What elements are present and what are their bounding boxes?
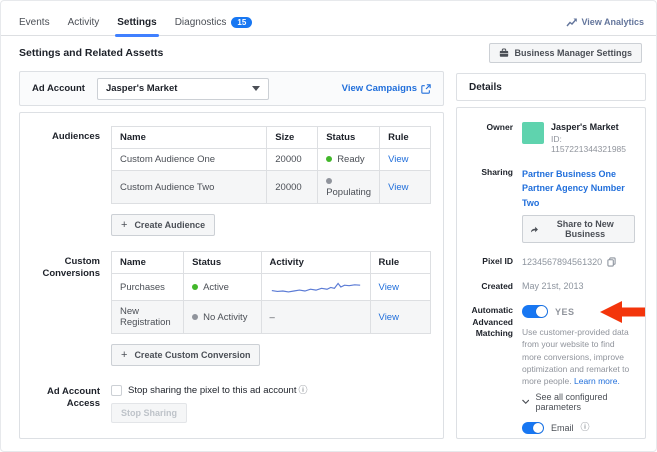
email-toggle[interactable] [522, 422, 544, 434]
copy-icon[interactable] [607, 257, 616, 267]
header-row: Settings and Related Assetts Business Ma… [19, 43, 642, 63]
audiences-table: Name Size Status Rule Custom Audience On… [111, 126, 431, 204]
ad-account-select[interactable]: Jasper's Market [97, 78, 269, 100]
top-nav: Events Activity Settings Diagnostics 15 … [1, 9, 656, 36]
share-to-new-business-button[interactable]: Share to New Business [522, 215, 635, 243]
table-row: Purchases Active View [112, 274, 431, 301]
learn-more-link[interactable]: Learn more. [574, 376, 620, 386]
status-dot [326, 178, 332, 184]
audience-name: Custom Audience Two [112, 171, 267, 204]
partner-agency-link[interactable]: Partner Agency Number Two [522, 181, 635, 210]
view-rule-link[interactable]: View [379, 312, 399, 323]
stop-sharing-checkbox[interactable] [111, 385, 122, 396]
settings-main-box: Audiences Name Size Status Rule Custom A… [19, 112, 444, 439]
advanced-matching-description: Use customer-provided data from your web… [522, 326, 635, 388]
view-analytics-link[interactable]: View Analytics [566, 17, 644, 27]
conversion-name: New Registration [112, 301, 184, 334]
column-header: Rule [380, 127, 431, 149]
conversion-activity [261, 274, 370, 301]
chevron-down-icon [522, 399, 529, 405]
custom-conversions-table: Name Status Activity Rule Purchases Acti… [111, 251, 431, 334]
info-icon[interactable]: ⓘ [298, 386, 307, 395]
toggle-state-label: YES [555, 307, 575, 317]
page-title: Settings and Related Assetts [19, 47, 163, 59]
owner-name: Jasper's Market [551, 122, 635, 132]
owner-id: ID: 1157221344321985 [551, 134, 635, 154]
tab-diagnostics[interactable]: Diagnostics 15 [175, 9, 253, 36]
details-title: Details [469, 82, 502, 93]
details-panel-header: Details [456, 73, 646, 101]
created-value: May 21st, 2013 [522, 281, 635, 292]
column-header: Name [112, 252, 184, 274]
chevron-down-icon [252, 86, 260, 91]
tab-settings[interactable]: Settings [117, 9, 156, 36]
created-row: Created May 21st, 2013 [467, 281, 635, 292]
conversion-activity: – [261, 301, 370, 334]
avatar [522, 122, 544, 144]
conversion-status: No Activity [184, 301, 261, 334]
events-manager-settings-page: Events Activity Settings Diagnostics 15 … [0, 0, 657, 452]
column-header: Name [112, 127, 267, 149]
tab-activity[interactable]: Activity [68, 9, 100, 36]
conversion-status: Active [184, 274, 261, 301]
status-dot [326, 156, 332, 162]
view-rule-link[interactable]: View [388, 182, 408, 193]
ad-account-box: Ad Account Jasper's Market View Campaign… [19, 71, 444, 106]
custom-conversions-label: Custom Conversions [32, 251, 100, 366]
plus-icon: + [121, 219, 127, 231]
view-rule-link[interactable]: View [388, 154, 408, 165]
column-header: Status [184, 252, 261, 274]
table-row: Custom Audience One 20000 Ready View [112, 149, 431, 171]
parameter-row-email: Email ⓘ [522, 422, 635, 434]
activity-sparkline [270, 279, 362, 295]
pixel-id-row: Pixel ID 1234567894561320 [467, 256, 635, 267]
partner-business-link[interactable]: Partner Business One [522, 167, 635, 181]
briefcase-icon [499, 48, 509, 58]
audiences-section: Audiences Name Size Status Rule Custom A… [32, 126, 431, 236]
stop-sharing-button[interactable]: Stop Sharing [111, 403, 187, 423]
table-row: New Registration No Activity – View [112, 301, 431, 334]
ad-account-access-label: Ad Account Access [32, 381, 100, 423]
column-header: Status [318, 127, 380, 149]
column-header: Rule [370, 252, 430, 274]
advanced-matching-toggle[interactable] [522, 305, 548, 318]
conversion-name: Purchases [112, 274, 184, 301]
stop-sharing-checkbox-label: Stop sharing the pixel to this ad accoun… [128, 385, 296, 396]
owner-row: Owner Jasper's Market ID: 11572213443219… [467, 122, 635, 154]
trend-chart-icon [566, 18, 577, 27]
column-header: Size [267, 127, 318, 149]
view-campaigns-link[interactable]: View Campaigns [342, 83, 431, 94]
audience-name: Custom Audience One [112, 149, 267, 171]
red-annotation-arrow [600, 300, 646, 324]
info-icon[interactable]: ⓘ [581, 423, 590, 432]
create-audience-button[interactable]: + Create Audience [111, 214, 215, 236]
tab-events[interactable]: Events [19, 9, 50, 36]
business-manager-settings-button[interactable]: Business Manager Settings [489, 43, 642, 63]
status-dot [192, 314, 198, 320]
audience-size: 20000 [267, 149, 318, 171]
view-rule-link[interactable]: View [379, 282, 399, 293]
diagnostics-count-badge: 15 [231, 17, 252, 28]
share-arrow-icon [530, 225, 538, 234]
advanced-matching-row: Automatic Advanced Matching YES Use cust… [467, 305, 635, 388]
audience-size: 20000 [267, 171, 318, 204]
status-dot [192, 284, 198, 290]
see-all-parameters-link[interactable]: See all configured parameters [522, 392, 635, 412]
custom-conversions-section: Custom Conversions Name Status Activity … [32, 251, 431, 366]
pixel-id-value: 1234567894561320 [522, 257, 602, 267]
table-row: Custom Audience Two 20000 Populating Vie… [112, 171, 431, 204]
external-link-icon [421, 84, 431, 94]
ad-account-label: Ad Account [32, 83, 85, 94]
audience-status: Populating [318, 171, 380, 204]
audience-status: Ready [318, 149, 380, 171]
details-panel-body: Owner Jasper's Market ID: 11572213443219… [456, 107, 646, 439]
audiences-label: Audiences [32, 126, 100, 236]
create-custom-conversion-button[interactable]: + Create Custom Conversion [111, 344, 260, 366]
plus-icon: + [121, 349, 127, 361]
ad-account-access-section: Ad Account Access Stop sharing the pixel… [32, 381, 431, 423]
column-header: Activity [261, 252, 370, 274]
sharing-row: Sharing Partner Business One Partner Age… [467, 167, 635, 243]
